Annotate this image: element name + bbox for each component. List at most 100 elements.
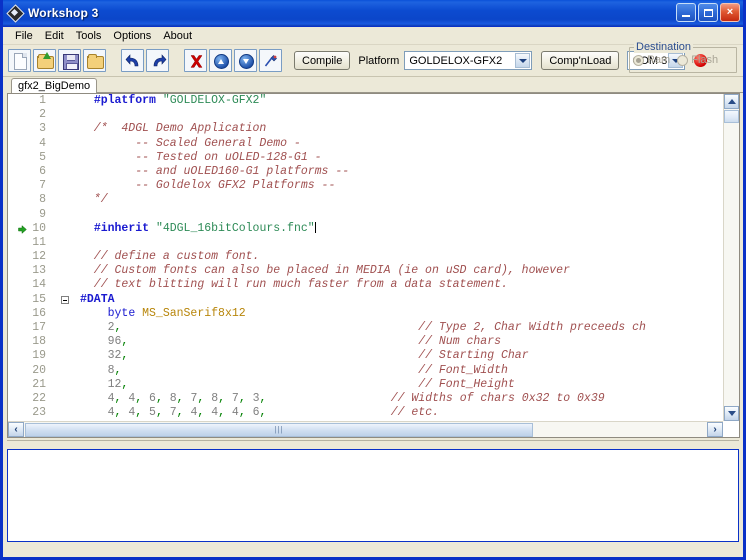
line-number: 19 bbox=[32, 349, 46, 363]
maximize-button[interactable] bbox=[698, 3, 718, 22]
vertical-scroll-thumb[interactable] bbox=[724, 110, 739, 123]
compile-and-load-button[interactable]: Comp'nLoad bbox=[541, 51, 620, 70]
bookmark-pin-icon bbox=[263, 53, 279, 69]
code-line[interactable]: 21 12, // Font_Height bbox=[8, 378, 723, 392]
code-line[interactable]: 16 byte MS_SanSerif8x12 bbox=[8, 307, 723, 321]
line-number: 16 bbox=[32, 306, 46, 320]
code-token: // Custom fonts can also be placed in ME… bbox=[80, 264, 570, 278]
arrow-up-circle-icon bbox=[214, 54, 229, 69]
code-line[interactable]: 12 // define a custom font. bbox=[8, 250, 723, 264]
line-number: 2 bbox=[39, 108, 46, 122]
code-line[interactable]: 6 -- and uOLED160-G1 platforms -- bbox=[8, 165, 723, 179]
code-token: MS_SanSerif8x12 bbox=[142, 306, 246, 320]
code-token: */ bbox=[80, 193, 108, 207]
redo-button[interactable] bbox=[146, 49, 169, 72]
code-token: -- Goldelox GFX2 Platforms -- bbox=[80, 179, 336, 193]
code-line-text: 4, 4, 6, 8, 7, 8, 7, 3, // Widths of cha… bbox=[73, 392, 723, 406]
code-line[interactable]: 23 4, 4, 5, 7, 4, 4, 4, 6, // etc. bbox=[8, 406, 723, 420]
compile-button[interactable]: Compile bbox=[294, 51, 351, 70]
menu-item-options[interactable]: Options bbox=[108, 28, 158, 44]
code-line[interactable]: 20 8, // Font_Width bbox=[8, 364, 723, 378]
toggle-bookmark-button[interactable] bbox=[259, 49, 282, 72]
code-line[interactable]: 7 -- Goldelox GFX2 Platforms -- bbox=[8, 179, 723, 193]
toolbar: Compile Platform GOLDELOX-GFX2 Comp'nLoa… bbox=[3, 41, 743, 77]
breakpoint-arrow-icon[interactable] bbox=[18, 224, 27, 234]
line-number: 15 bbox=[32, 292, 46, 306]
line-number: 8 bbox=[39, 193, 46, 207]
code-line[interactable]: 14 // text blitting will run much faster… bbox=[8, 278, 723, 292]
code-line-text: 12, // Font_Height bbox=[73, 378, 723, 392]
platform-select[interactable]: GOLDELOX-GFX2 bbox=[404, 51, 533, 70]
code-token: , bbox=[238, 391, 253, 405]
menu-item-tools[interactable]: Tools bbox=[71, 28, 109, 44]
delete-button[interactable] bbox=[184, 49, 207, 72]
undo-icon bbox=[125, 54, 142, 69]
undo-button[interactable] bbox=[121, 49, 144, 72]
code-line[interactable]: 22 4, 4, 6, 8, 7, 8, 7, 3, // Widths of … bbox=[8, 392, 723, 406]
code-token: 8 bbox=[107, 363, 115, 377]
code-line[interactable]: 8 */ bbox=[8, 193, 723, 207]
radio-selected-icon bbox=[633, 54, 644, 66]
code-line[interactable]: 15 #DATA bbox=[8, 293, 723, 307]
code-line[interactable]: 18 96, // Num chars bbox=[8, 335, 723, 349]
code-text-area[interactable]: 1 #platform "GOLDELOX-GFX2" 2 3 /* 4DGL De… bbox=[8, 94, 723, 421]
destination-radio-ram[interactable]: Ram bbox=[633, 54, 670, 66]
line-number: 21 bbox=[32, 377, 46, 391]
scroll-down-icon[interactable] bbox=[724, 406, 739, 421]
tab-gfx2-bigdemo[interactable]: gfx2_BigDemo bbox=[11, 78, 98, 93]
scroll-right-icon[interactable]: › bbox=[707, 422, 723, 437]
line-number: 10 bbox=[8, 222, 50, 236]
code-token: 96 bbox=[107, 335, 122, 349]
save-file-button[interactable] bbox=[58, 49, 81, 72]
editor-horizontal-scrollbar[interactable]: ‹ ||| › bbox=[8, 421, 723, 437]
code-line[interactable]: 19 32, // Starting Char bbox=[8, 349, 723, 363]
chevron-down-icon[interactable] bbox=[515, 53, 531, 68]
folder-button[interactable] bbox=[83, 49, 106, 72]
new-file-button[interactable] bbox=[8, 49, 31, 72]
code-line[interactable]: 17 2, // Type 2, Char Width preceeds ch bbox=[8, 321, 723, 335]
close-button[interactable]: × bbox=[720, 3, 740, 22]
tab-strip-filler bbox=[97, 80, 743, 93]
open-file-button[interactable] bbox=[33, 49, 56, 72]
code-line[interactable]: 2 bbox=[8, 108, 723, 122]
line-number: 12 bbox=[32, 250, 46, 264]
code-editor-pane: 1 #platform "GOLDELOX-GFX2" 2 3 /* 4DGL De… bbox=[7, 93, 740, 438]
menu-item-about[interactable]: About bbox=[158, 28, 199, 44]
code-line[interactable]: 3 /* 4DGL Demo Application bbox=[8, 122, 723, 136]
code-line-text: 2, // Type 2, Char Width preceeds ch bbox=[73, 321, 723, 335]
code-line[interactable]: 5 -- Tested on uOLED-128-G1 - bbox=[8, 151, 723, 165]
fold-collapse-icon[interactable] bbox=[61, 295, 69, 304]
code-line-text: */ bbox=[73, 193, 723, 207]
code-line[interactable]: 9 bbox=[8, 208, 723, 222]
scroll-left-icon[interactable]: ‹ bbox=[8, 422, 24, 437]
code-line[interactable]: 13 // Custom fonts can also be placed in… bbox=[8, 264, 723, 278]
code-line[interactable]: 11 bbox=[8, 236, 723, 250]
prev-bookmark-button[interactable] bbox=[209, 49, 232, 72]
new-file-icon bbox=[14, 53, 27, 70]
destination-radio-flash[interactable]: Flash bbox=[677, 54, 718, 66]
horizontal-scroll-thumb[interactable]: ||| bbox=[25, 422, 533, 437]
code-line[interactable]: 4 -- Scaled General Demo - bbox=[8, 137, 723, 151]
scroll-up-icon[interactable] bbox=[724, 94, 739, 109]
code-line[interactable]: 1 #platform "GOLDELOX-GFX2" bbox=[8, 94, 723, 108]
code-line-text: -- Goldelox GFX2 Platforms -- bbox=[73, 179, 723, 193]
output-pane[interactable] bbox=[7, 449, 739, 542]
line-number: 13 bbox=[32, 264, 46, 278]
code-token: , bbox=[155, 406, 170, 420]
line-number: 23 bbox=[32, 406, 46, 420]
next-bookmark-button[interactable] bbox=[234, 49, 257, 72]
code-token: 2 bbox=[107, 321, 115, 334]
minimize-button[interactable] bbox=[676, 3, 696, 22]
menu-item-file[interactable]: File bbox=[10, 28, 40, 44]
menu-bar: File Edit Tools Options About bbox=[3, 27, 743, 45]
menu-item-edit[interactable]: Edit bbox=[40, 28, 71, 44]
code-line[interactable]: 10 #inherit "4DGL_16bitColours.fnc" bbox=[8, 221, 723, 236]
editor-vertical-scrollbar[interactable] bbox=[723, 94, 739, 421]
code-line-text: // Custom fonts can also be placed in ME… bbox=[73, 264, 723, 278]
code-token: 6 bbox=[252, 406, 260, 420]
application-window: Workshop 3 × File Edit Tools Options Abo… bbox=[0, 0, 746, 560]
